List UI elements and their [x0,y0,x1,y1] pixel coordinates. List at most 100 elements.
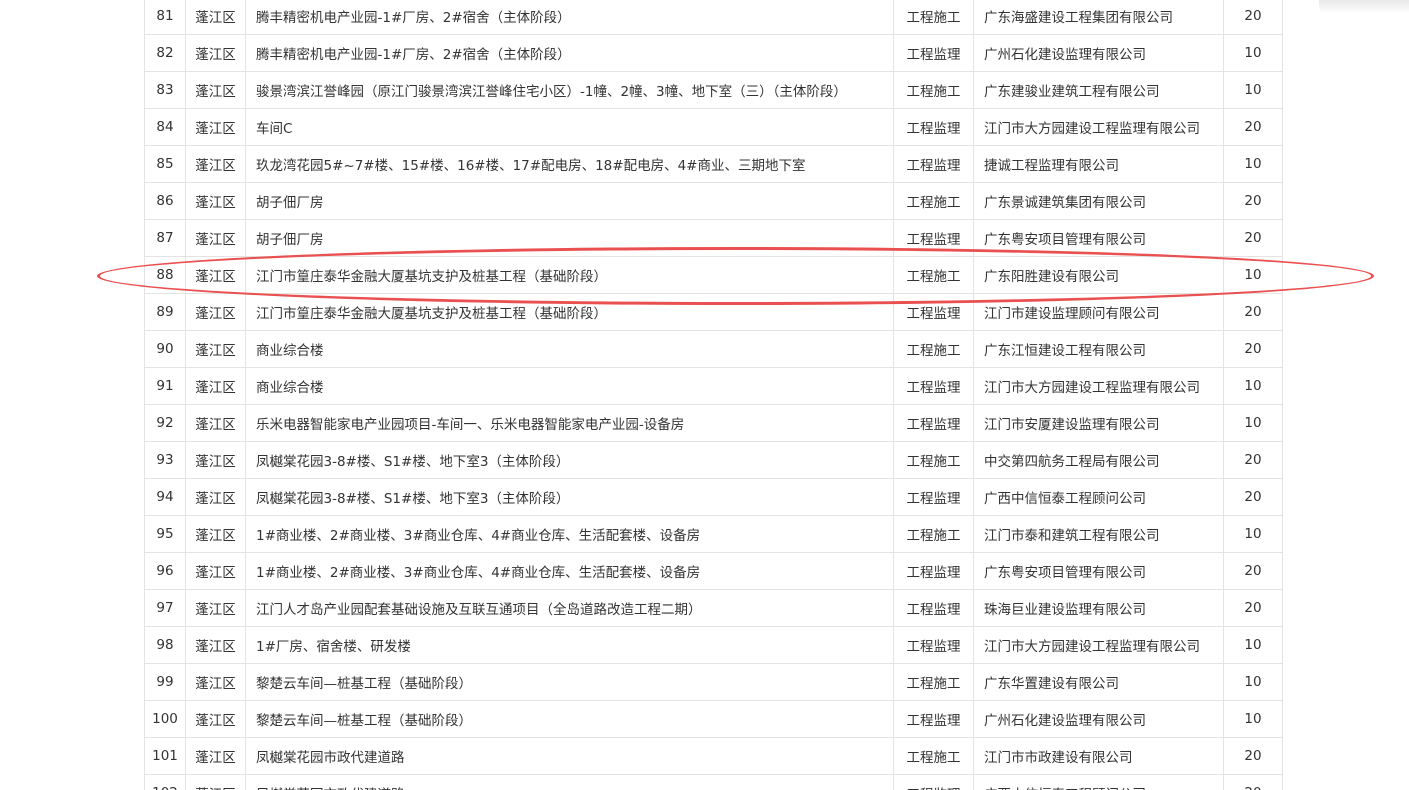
cell-index: 99 [144,663,186,701]
cell-district: 蓬江区 [185,626,246,664]
scroll-shadow [1319,0,1409,14]
cell-score: 20 [1223,330,1283,368]
cell-project-name: 胡子佃厂房 [245,219,894,257]
results-table: 81 蓬江区 腾丰精密机电产业园-1#厂房、2#宿舍（主体阶段） 工程施工 广东海盛建设… [144,0,1283,790]
cell-company: 广东建骏业建筑工程有限公司 [973,71,1224,109]
cell-work-type: 工程施工 [893,71,974,109]
cell-district: 蓬江区 [185,34,246,72]
cell-project-name: 商业综合楼 [245,330,894,368]
cell-work-type: 工程监理 [893,108,974,146]
table-row: 88 蓬江区 江门市篁庄泰华金融大厦基坑支护及桩基工程（基础阶段） 工程施工 广东阳胜建… [144,256,1283,294]
cell-index: 82 [144,34,186,72]
cell-company: 江门市市政建设有限公司 [973,737,1224,775]
cell-score: 10 [1223,515,1283,553]
cell-work-type: 工程监理 [893,293,974,331]
cell-project-name: 江门市篁庄泰华金融大厦基坑支护及桩基工程（基础阶段） [245,293,894,331]
cell-district: 蓬江区 [185,108,246,146]
cell-index: 85 [144,145,186,183]
cell-work-type: 工程监理 [893,219,974,257]
cell-index: 90 [144,330,186,368]
page: 81 蓬江区 腾丰精密机电产业园-1#厂房、2#宿舍（主体阶段） 工程施工 广东海盛建设… [0,0,1409,790]
cell-score: 20 [1223,182,1283,220]
cell-company: 广东阳胜建设有限公司 [973,256,1224,294]
cell-work-type: 工程施工 [893,737,974,775]
table-row: 83 蓬江区 骏景湾滨江誉峰园（原江门骏景湾滨江誉峰住宅小区）-1幢、2幢、3幢、地… [144,71,1283,109]
cell-district: 蓬江区 [185,293,246,331]
cell-company: 广东华置建设有限公司 [973,663,1224,701]
cell-index: 97 [144,589,186,627]
cell-project-name: 玖龙湾花园5#~7#楼、15#楼、16#楼、17#配电房、18#配电房、4#商业… [245,145,894,183]
cell-company: 中交第四航务工程局有限公司 [973,441,1224,479]
cell-district: 蓬江区 [185,367,246,405]
cell-work-type: 工程监理 [893,626,974,664]
cell-project-name: 1#厂房、宿舍楼、研发楼 [245,626,894,664]
table-row: 82 蓬江区 腾丰精密机电产业园-1#厂房、2#宿舍（主体阶段） 工程监理 广州石化建设… [144,34,1283,72]
cell-company: 广西中信恒泰工程顾问公司 [973,478,1224,516]
cell-score: 20 [1223,478,1283,516]
table-row: 95 蓬江区 1#商业楼、2#商业楼、3#商业仓库、4#商业仓库、生活配套楼、设备房… [144,515,1283,553]
cell-score: 10 [1223,404,1283,442]
cell-work-type: 工程监理 [893,552,974,590]
table-row: 93 蓬江区 凤樾棠花园3-8#楼、S1#楼、地下室3（主体阶段） 工程施工 中交第四航… [144,441,1283,479]
cell-score: 20 [1223,219,1283,257]
cell-work-type: 工程监理 [893,589,974,627]
cell-project-name: 江门人才岛产业园配套基础设施及互联互通项目（全岛道路改造工程二期） [245,589,894,627]
cell-score: 10 [1223,367,1283,405]
cell-project-name: 腾丰精密机电产业园-1#厂房、2#宿舍（主体阶段） [245,34,894,72]
cell-company: 广西中信恒泰工程顾问公司 [973,774,1224,790]
cell-project-name: 车间C [245,108,894,146]
cell-work-type: 工程监理 [893,145,974,183]
cell-index: 83 [144,71,186,109]
results-table-wrapper: 81 蓬江区 腾丰精密机电产业园-1#厂房、2#宿舍（主体阶段） 工程施工 广东海盛建设… [144,0,1283,790]
cell-project-name: 凤樾棠花园3-8#楼、S1#楼、地下室3（主体阶段） [245,478,894,516]
cell-company: 江门市大方园建设工程监理有限公司 [973,108,1224,146]
cell-score: 20 [1223,737,1283,775]
cell-index: 96 [144,552,186,590]
table-row: 96 蓬江区 1#商业楼、2#商业楼、3#商业仓库、4#商业仓库、生活配套楼、设备房… [144,552,1283,590]
cell-index: 93 [144,441,186,479]
cell-project-name: 凤樾棠花园市政代建道路 [245,737,894,775]
cell-company: 江门市建设监理顾问有限公司 [973,293,1224,331]
table-row: 100 蓬江区 黎楚云车间—桩基工程（基础阶段） 工程监理 广州石化建设监理有限公司 10 [144,700,1283,738]
cell-project-name: 商业综合楼 [245,367,894,405]
cell-district: 蓬江区 [185,219,246,257]
cell-index: 89 [144,293,186,331]
cell-score: 10 [1223,145,1283,183]
cell-score: 10 [1223,256,1283,294]
cell-district: 蓬江区 [185,441,246,479]
table-row: 81 蓬江区 腾丰精密机电产业园-1#厂房、2#宿舍（主体阶段） 工程施工 广东海盛建设… [144,0,1283,35]
cell-district: 蓬江区 [185,478,246,516]
cell-score: 20 [1223,774,1283,790]
cell-district: 蓬江区 [185,552,246,590]
cell-project-name: 凤樾棠花园市政代建道路 [245,774,894,790]
table-row: 86 蓬江区 胡子佃厂房 工程施工 广东景诚建筑集团有限公司 20 [144,182,1283,220]
cell-district: 蓬江区 [185,145,246,183]
table-row: 101 蓬江区 凤樾棠花园市政代建道路 工程施工 江门市市政建设有限公司 20 [144,737,1283,775]
cell-project-name: 胡子佃厂房 [245,182,894,220]
cell-district: 蓬江区 [185,589,246,627]
table-row: 84 蓬江区 车间C 工程监理 江门市大方园建设工程监理有限公司 20 [144,108,1283,146]
cell-district: 蓬江区 [185,737,246,775]
cell-score: 20 [1223,441,1283,479]
cell-work-type: 工程监理 [893,34,974,72]
cell-project-name: 骏景湾滨江誉峰园（原江门骏景湾滨江誉峰住宅小区）-1幢、2幢、3幢、地下室（三）… [245,71,894,109]
cell-project-name: 乐米电器智能家电产业园项目-车间一、乐米电器智能家电产业园-设备房 [245,404,894,442]
cell-index: 84 [144,108,186,146]
cell-project-name: 腾丰精密机电产业园-1#厂房、2#宿舍（主体阶段） [245,0,894,35]
cell-company: 珠海巨业建设监理有限公司 [973,589,1224,627]
cell-company: 广东江恒建设工程有限公司 [973,330,1224,368]
table-row: 90 蓬江区 商业综合楼 工程施工 广东江恒建设工程有限公司 20 [144,330,1283,368]
table-row: 102蓬江区凤樾棠花园市政代建道路工程监理广西中信恒泰工程顾问公司20 [144,774,1283,790]
table-row: 92 蓬江区 乐米电器智能家电产业园项目-车间一、乐米电器智能家电产业园-设备房 工程… [144,404,1283,442]
cell-project-name: 江门市篁庄泰华金融大厦基坑支护及桩基工程（基础阶段） [245,256,894,294]
cell-index: 102 [144,774,186,790]
cell-work-type: 工程施工 [893,663,974,701]
cell-work-type: 工程施工 [893,0,974,35]
cell-score: 10 [1223,71,1283,109]
cell-company: 广州石化建设监理有限公司 [973,700,1224,738]
cell-company: 捷诚工程监理有限公司 [973,145,1224,183]
cell-district: 蓬江区 [185,182,246,220]
cell-score: 20 [1223,589,1283,627]
cell-work-type: 工程监理 [893,700,974,738]
table-row: 98 蓬江区 1#厂房、宿舍楼、研发楼 工程监理 江门市大方园建设工程监理有限公司 10 [144,626,1283,664]
